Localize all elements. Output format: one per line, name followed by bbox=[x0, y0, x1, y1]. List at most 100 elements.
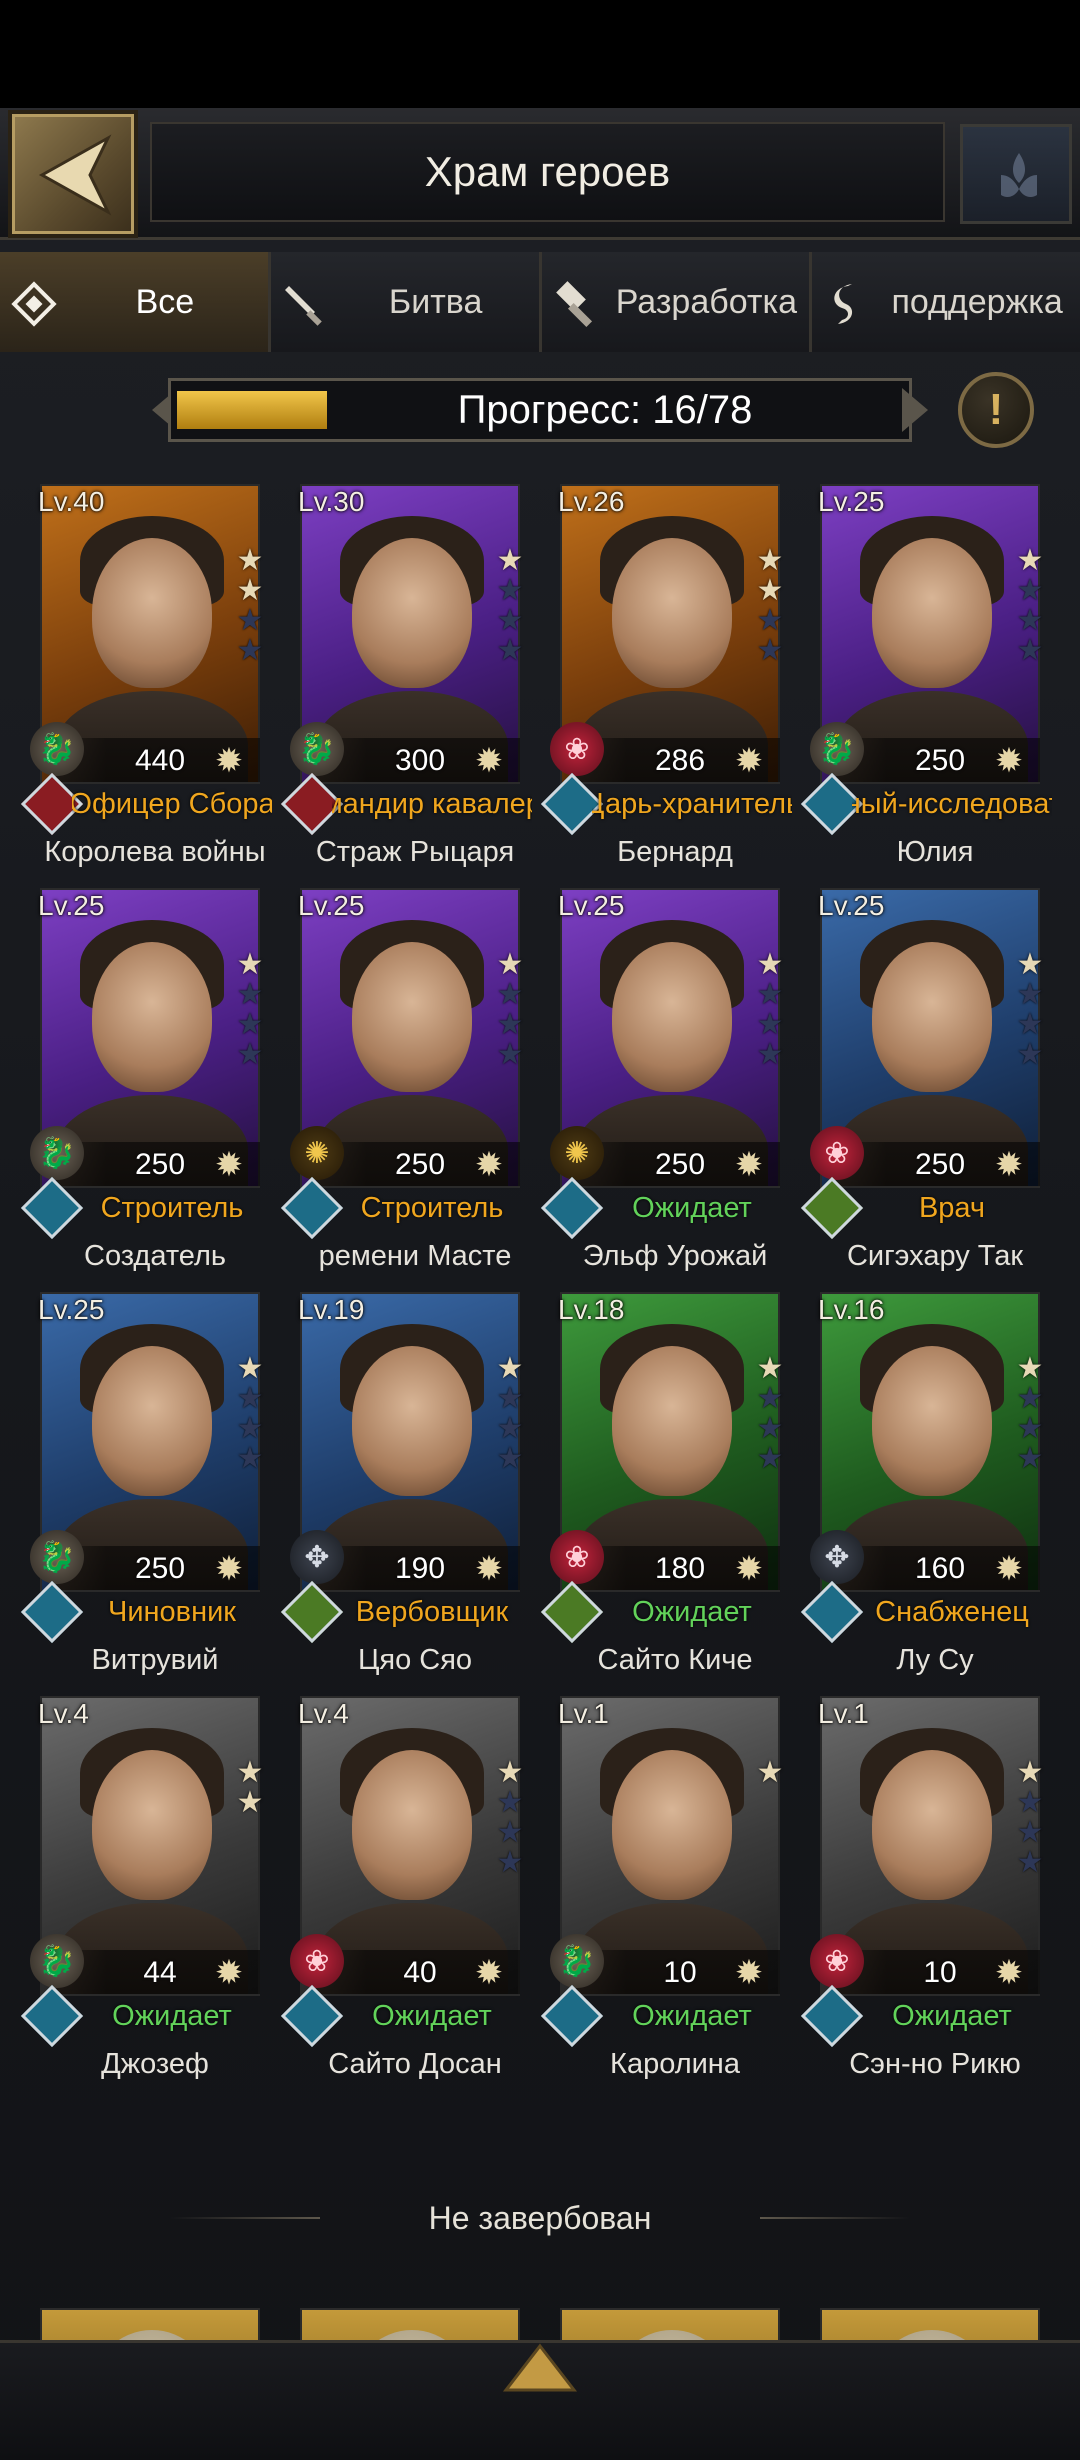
hero-name: Цяо Сяо bbox=[357, 1643, 473, 1676]
tab-support[interactable]: поддержка bbox=[812, 252, 1080, 352]
hero-name: ремени Масте bbox=[318, 1239, 512, 1272]
hero-power: 250 bbox=[394, 1148, 446, 1181]
emblem-button[interactable] bbox=[960, 124, 1072, 224]
hero-level: Lv.25 bbox=[38, 890, 105, 921]
hero-face bbox=[612, 538, 732, 688]
faction-icon: ❀ bbox=[810, 1126, 864, 1180]
hero-stars: ★ ★ bbox=[236, 1758, 266, 1818]
star-icon: ★ bbox=[756, 1352, 784, 1385]
hero-role: Строитель bbox=[360, 1191, 504, 1224]
hero-stars: ★ ★ ★ ★ bbox=[1016, 950, 1046, 1070]
hero-stars: ★ ★ ★ ★ bbox=[496, 950, 526, 1070]
star-icon: ★ bbox=[1016, 574, 1044, 607]
hero-card[interactable]: Lv.1 ★ ★ ★ ★ 10 ✹ ❀ Ожидает Сэн-но Рикю bbox=[800, 1696, 1070, 2086]
star-icon: ★ bbox=[496, 1442, 524, 1475]
hero-card[interactable]: Lv.26 ★ ★ ★ ★ 286 ✹ ❀ Царь-хранитель Бернар… bbox=[540, 484, 810, 874]
hero-face bbox=[872, 1750, 992, 1900]
hero-face bbox=[352, 538, 472, 688]
hero-stars: ★ ★ ★ ★ bbox=[496, 1758, 526, 1878]
hero-power: 10 bbox=[923, 1956, 957, 1989]
star-icon: ★ bbox=[236, 1352, 264, 1385]
star-icon: ★ bbox=[236, 1412, 264, 1445]
hero-role: Ожидает bbox=[892, 1999, 1012, 2032]
hero-power: 180 bbox=[654, 1552, 706, 1585]
star-icon: ★ bbox=[1016, 1756, 1044, 1789]
star-icon: ★ bbox=[756, 604, 784, 637]
hero-card[interactable]: Lv.16 ★ ★ ★ ★ 160 ✹ ✥ Снабженец Лу Су bbox=[800, 1292, 1070, 1682]
hero-level: Lv.4 bbox=[298, 1698, 349, 1729]
scroll-up-button[interactable] bbox=[500, 2340, 580, 2400]
info-button[interactable]: ! bbox=[958, 372, 1034, 448]
star-icon: ★ bbox=[1016, 948, 1044, 981]
hero-role: Строитель bbox=[100, 1191, 244, 1224]
hero-face bbox=[612, 1750, 732, 1900]
star-icon: ★ bbox=[1016, 634, 1044, 667]
hero-stars: ★ ★ ★ ★ bbox=[756, 1354, 786, 1474]
tab-label: Все bbox=[135, 282, 195, 321]
star-icon: ★ bbox=[236, 634, 264, 667]
hero-level: Lv.26 bbox=[558, 486, 625, 517]
star-icon: ★ bbox=[756, 1038, 784, 1071]
hero-name: Сайто Досан bbox=[328, 2047, 502, 2080]
hero-card[interactable]: Lv.4 ★ ★ 44 ✹ 🐉 Ожидает Джозеф bbox=[20, 1696, 290, 2086]
gear-icon: ✹ bbox=[994, 1550, 1024, 1588]
faction-icon: ❀ bbox=[290, 1934, 344, 1988]
star-icon: ★ bbox=[1016, 544, 1044, 577]
hero-card[interactable]: Lv.1 ★ 10 ✹ 🐉 Ожидает Каролина bbox=[540, 1696, 810, 2086]
star-icon: ★ bbox=[496, 1412, 524, 1445]
hero-card[interactable]: Lv.30 ★★★★ 300 ✹ 🐉 Командир кавалерии Ст… bbox=[280, 484, 550, 874]
gear-icon: ✹ bbox=[214, 1550, 244, 1588]
hero-power: 250 bbox=[134, 1552, 186, 1585]
hero-stars: ★ ★ ★ ★ bbox=[756, 546, 786, 666]
star-icon: ★ bbox=[756, 574, 784, 607]
star-icon: ★ bbox=[236, 1786, 264, 1819]
hero-role: Ожидает bbox=[632, 1191, 752, 1224]
hero-card[interactable]: Lv.4 ★ ★ ★ ★ 40 ✹ ❀ Ожидает Сайто Досан bbox=[280, 1696, 550, 2086]
star-icon: ★ bbox=[496, 1382, 524, 1415]
hero-face bbox=[872, 1346, 992, 1496]
hero-card[interactable]: Lv.40 ★ ★ ★ ★ 440 ✹ 🐉 Офицер Сбора Королева… bbox=[20, 484, 290, 874]
hero-level: Lv.30 bbox=[298, 486, 365, 517]
hero-card[interactable]: Lv.18 ★ ★ ★ ★ 180 ✹ ❀ Ожидает Сайто Киче bbox=[540, 1292, 810, 1682]
hero-power: 250 bbox=[654, 1148, 706, 1181]
hero-name: Создатель bbox=[84, 1239, 226, 1272]
tab-battle[interactable]: Битва bbox=[270, 252, 542, 352]
star-icon: ★ bbox=[496, 978, 524, 1011]
hero-name: Сайто Киче bbox=[597, 1643, 753, 1676]
tab-all[interactable]: Все bbox=[0, 252, 271, 352]
hero-name: Сигэхару Так bbox=[846, 1239, 1024, 1272]
star-icon: ★ bbox=[236, 1008, 264, 1041]
hero-card[interactable]: Lv.25 ★★★★ 250 ✹ 🐉 Ученый-исследователь … bbox=[800, 484, 1070, 874]
star-icon: ★ bbox=[1016, 1442, 1044, 1475]
star-icon: ★ bbox=[496, 634, 524, 667]
hero-face bbox=[352, 942, 472, 1092]
hero-card[interactable]: Lv.25 ★ ★ ★ ★ 250 ✹ ❀ Врач Сигэхару Так bbox=[800, 888, 1070, 1278]
back-button[interactable] bbox=[8, 110, 138, 238]
hero-card[interactable]: Lv.19 ★ ★ ★ ★ 190 ✹ ✥ Вербовщик Цяо Сяо bbox=[280, 1292, 550, 1682]
hero-card[interactable]: Lv.25 ★ ★ ★ ★ 250 ✹ 🐉 Строитель Создатель bbox=[20, 888, 290, 1278]
hero-name: Королева войны bbox=[44, 835, 266, 868]
hero-card[interactable]: Lv.25 ★ ★ ★ ★ 250 ✹ 🐉 Чиновник Витрувий bbox=[20, 1292, 290, 1682]
star-icon: ★ bbox=[756, 634, 784, 667]
hero-level: Lv.25 bbox=[298, 890, 365, 921]
hero-role: Ожидает bbox=[112, 1999, 232, 2032]
hero-face bbox=[92, 942, 212, 1092]
scroll-icon bbox=[834, 284, 853, 324]
star-icon: ★ bbox=[756, 1756, 784, 1789]
hero-face bbox=[352, 1750, 472, 1900]
not-recruited-label: Не завербован bbox=[428, 2199, 652, 2236]
hero-level: Lv.25 bbox=[818, 890, 885, 921]
star-icon: ★ bbox=[236, 574, 264, 607]
star-icon: ★ bbox=[496, 948, 524, 981]
hero-power: 286 bbox=[654, 744, 706, 777]
star-icon: ★ bbox=[236, 1756, 264, 1789]
star-icon: ★ bbox=[496, 544, 524, 577]
hero-level: Lv.25 bbox=[818, 486, 885, 517]
hero-level: Lv.25 bbox=[558, 890, 625, 921]
hero-card[interactable]: Lv.25 ★ ★ ★ ★ 250 ✹ ✺ Ожидает Эльф Урожай bbox=[540, 888, 810, 1278]
hero-power: 190 bbox=[394, 1552, 446, 1585]
hero-face bbox=[92, 538, 212, 688]
tab-development[interactable]: Разработка bbox=[541, 252, 813, 352]
hero-card[interactable]: Lv.25 ★ ★ ★ ★ 250 ✹ ✺ Строитель ремени Маст… bbox=[280, 888, 550, 1278]
star-icon: ★ bbox=[1016, 1816, 1044, 1849]
